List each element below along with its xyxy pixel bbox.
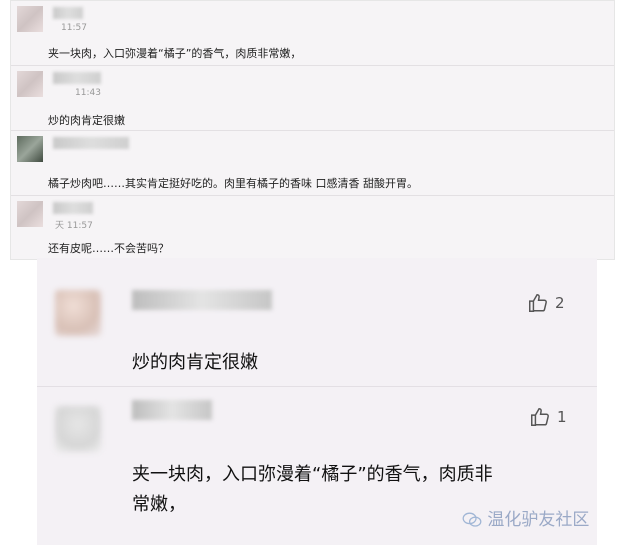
list-item: 橘子炒肉吧……其实肯定挺好吃的。肉里有橘子的香味 口感清香 甜酸开胃。 bbox=[11, 131, 614, 196]
comment-time: 11:57 bbox=[61, 23, 87, 33]
avatar bbox=[17, 136, 43, 162]
list-item: 天 11:57 还有皮呢……不会苦吗？ bbox=[11, 196, 614, 258]
avatar bbox=[55, 406, 101, 452]
comment-line: 炒的肉肯定很嫩 bbox=[132, 352, 258, 373]
list-item: 11:43 炒的肉肯定很嫩 bbox=[11, 66, 614, 131]
watermark-text: 温化驴友社区 bbox=[487, 510, 590, 530]
list-item: 11:57 夹一块肉，入口弥漫着“橘子”的香气，肉质非常嫩， bbox=[11, 1, 614, 66]
comment-line: 夹一块肉，入口弥漫着“橘子”的香气，肉质非 bbox=[132, 464, 493, 485]
divider bbox=[37, 386, 597, 387]
avatar bbox=[17, 201, 43, 227]
like-count: 1 bbox=[557, 408, 567, 426]
like-button[interactable]: 1 bbox=[529, 406, 567, 428]
comment-line: 常嫩， bbox=[132, 494, 186, 515]
username-blurred bbox=[53, 7, 83, 19]
username-blurred bbox=[53, 202, 93, 214]
avatar bbox=[17, 6, 43, 32]
wechat-logo-icon bbox=[462, 512, 482, 527]
watermark: 温化驴友社区 bbox=[462, 505, 589, 530]
username-blurred bbox=[53, 137, 129, 149]
comment-text: 还有皮呢……不会苦吗？ bbox=[48, 242, 169, 255]
avatar bbox=[17, 71, 43, 97]
username-blurred bbox=[132, 290, 272, 310]
like-button[interactable]: 2 bbox=[527, 292, 565, 314]
comment-text: 炒的肉肯定很嫩 bbox=[48, 114, 125, 127]
comment-text: 夹一块肉，入口弥漫着“橘子”的香气，肉质非 常嫩， bbox=[132, 460, 493, 520]
comment-time: 11:43 bbox=[75, 88, 101, 98]
thumbs-up-icon bbox=[531, 408, 549, 426]
username-blurred bbox=[132, 400, 212, 420]
comment-text: 夹一块肉，入口弥漫着“橘子”的香气，肉质非常嫩， bbox=[48, 47, 302, 60]
avatar bbox=[55, 290, 101, 336]
bottom-comment-panel: 2 炒的肉肯定很嫩 1 夹一块肉，入口弥漫着“橘子”的香气，肉质非 常嫩， bbox=[37, 258, 597, 545]
top-comment-panel: 11:57 夹一块肉，入口弥漫着“橘子”的香气，肉质非常嫩， 11:43 炒的肉… bbox=[10, 0, 615, 260]
like-count: 2 bbox=[555, 294, 565, 312]
comment-text: 橘子炒肉吧……其实肯定挺好吃的。肉里有橘子的香味 口感清香 甜酸开胃。 bbox=[48, 177, 418, 190]
username-blurred bbox=[53, 72, 101, 84]
comment-text: 炒的肉肯定很嫩 bbox=[132, 348, 258, 378]
thumbs-up-icon bbox=[529, 294, 547, 312]
comment-time: 天 11:57 bbox=[55, 221, 93, 231]
